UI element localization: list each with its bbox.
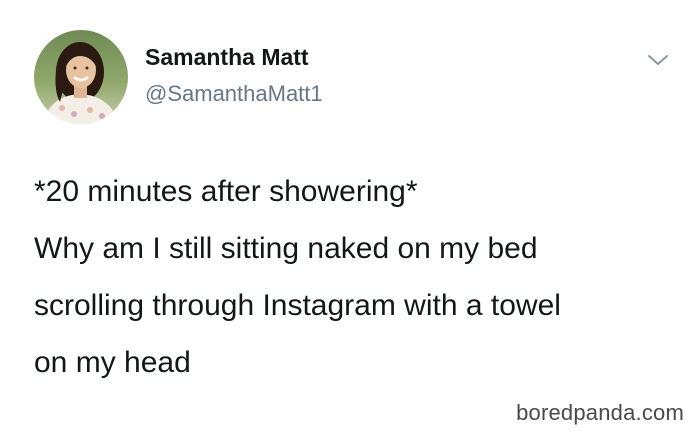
tweet-text: *20 minutes after showering* Why am I st… xyxy=(34,163,674,391)
author-handle[interactable]: @SamanthaMatt1 xyxy=(145,81,323,107)
tweet-card: Samantha Matt @SamanthaMatt1 *20 minutes… xyxy=(0,0,700,435)
tweet-text-line: scrolling through Instagram with a towel xyxy=(34,289,561,322)
avatar-photo xyxy=(34,30,128,124)
author-display-name[interactable]: Samantha Matt xyxy=(145,44,309,71)
chevron-down-icon[interactable] xyxy=(646,52,670,68)
tweet-text-line: Why am I still sitting naked on my bed xyxy=(34,232,538,265)
watermark: boredpanda.com xyxy=(516,400,684,425)
tweet-text-line: *20 minutes after showering* xyxy=(34,175,418,208)
tweet-text-line: on my head xyxy=(34,346,191,379)
avatar[interactable] xyxy=(34,30,128,124)
